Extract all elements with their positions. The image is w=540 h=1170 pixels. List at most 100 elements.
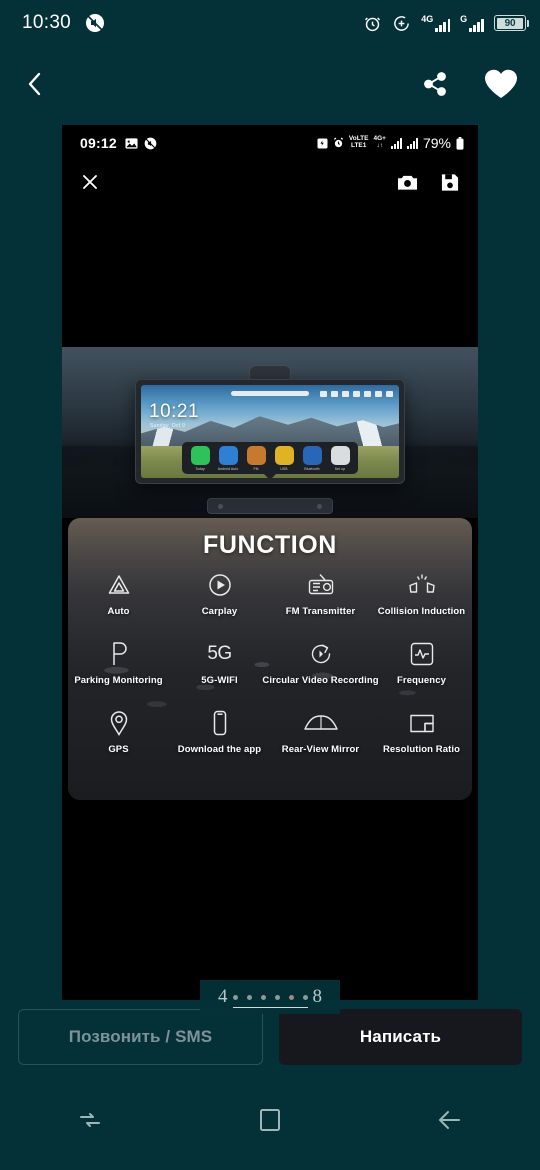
function-item-download-app: Download the app (169, 708, 270, 755)
signal-g-icon: G (460, 13, 484, 32)
share-icon[interactable] (420, 69, 450, 99)
resolution-icon (408, 708, 436, 738)
network-type-label: 4G (421, 13, 434, 24)
function-label: Circular Video Recording (262, 675, 379, 686)
screen-status-pill (231, 391, 309, 396)
dashcam-date: Sunday, Oct 9 (150, 423, 186, 429)
os-status-bar: 10:30 4G G 90 (0, 0, 540, 46)
recents-icon (76, 1106, 104, 1139)
product-photo[interactable]: 09:12 VoLTE LTE1 4G+ ↓↑ 79% 10:21 Sunday… (62, 125, 478, 1022)
dock-app: USB (272, 445, 296, 471)
dock-app-icon (218, 445, 238, 465)
function-item-frequency: Frequency (371, 639, 472, 686)
android-auto-icon (106, 570, 132, 600)
dock-app: Today (188, 445, 212, 471)
radio-icon (307, 570, 335, 600)
recents-button[interactable] (55, 1092, 125, 1152)
function-label: Rear-View Mirror (281, 744, 360, 755)
function-row: GPS Download the app Rear-View Mirror Re… (68, 708, 472, 755)
location-pin-icon (108, 708, 130, 738)
alarm-icon (333, 137, 344, 149)
function-label: Carplay (201, 606, 238, 617)
function-item-parking-monitoring: Parking Monitoring (68, 639, 169, 686)
loop-record-icon (308, 639, 334, 669)
dock-app-label: FM (253, 466, 259, 471)
android-nav-bar (0, 1074, 540, 1170)
5g-icon: 5G (207, 643, 232, 664)
dock-app-icon (190, 445, 210, 465)
listing-content: 09:12 VoLTE LTE1 4G+ ↓↑ 79% 10:21 Sunday… (0, 122, 540, 1022)
call-sms-button[interactable]: Позвонить / SMS (18, 1009, 263, 1065)
function-item-resolution-ratio: Resolution Ratio (371, 708, 472, 755)
product-hero-image: 10:21 Sunday, Oct 9 Today Android Auto F… (62, 347, 478, 518)
function-label: 5G-WIFI (201, 675, 238, 686)
home-button[interactable] (235, 1092, 305, 1152)
mute-notification-icon (85, 13, 105, 33)
battery-saver-icon (317, 137, 328, 149)
mute-icon (144, 137, 157, 150)
rear-view-mirror-icon (303, 708, 339, 738)
home-square-icon (257, 1107, 283, 1138)
function-item-collision-induction: Collision Induction (371, 570, 472, 617)
dock-app-icon (246, 445, 266, 465)
pager-line (232, 1006, 308, 1009)
battery-icon-small (456, 136, 464, 150)
dock-app-icon (330, 445, 350, 465)
function-item-rear-view-mirror: Rear-View Mirror (270, 708, 371, 755)
status-bar-right-icons: 4G G 90 (363, 13, 529, 33)
dock-app-label: Today (195, 466, 205, 471)
inner-status-bar: 09:12 VoLTE LTE1 4G+ ↓↑ 79% (62, 125, 478, 161)
collision-icon (407, 570, 437, 600)
waveform-icon (409, 639, 435, 669)
photo-icon (125, 137, 138, 150)
back-arrow-icon (435, 1106, 465, 1139)
app-top-bar (0, 46, 540, 122)
back-button[interactable] (22, 69, 48, 99)
dock-app-label: Set up (334, 466, 346, 471)
message-button[interactable]: Написать (279, 1009, 522, 1065)
function-grid: Auto Carplay FM Transmitter Collision In… (68, 570, 472, 755)
function-item-auto: Auto (68, 570, 169, 617)
pager-current: 4 (218, 986, 228, 1007)
function-item-fm-transmitter: FM Transmitter (270, 570, 371, 617)
camera-icon[interactable] (397, 173, 418, 192)
inner-battery-percent: 79% (422, 135, 451, 151)
signal-bars-sim1 (390, 137, 402, 149)
battery-icon: 90 (494, 15, 529, 31)
inner-clock: 09:12 (80, 135, 117, 151)
pager-total: 8 (312, 986, 323, 1007)
dock-app: FM (244, 445, 268, 471)
dock-app: Android Auto (216, 445, 240, 471)
network-4gplus-label: 4G+ ↓↑ (373, 135, 386, 149)
dock-app-label: USB (280, 466, 288, 471)
function-label: GPS (108, 744, 129, 755)
function-item-carplay: Carplay (169, 570, 270, 617)
dashcam-clock: 10:21 (149, 401, 200, 422)
function-label: FM Transmitter (285, 606, 356, 617)
add-circle-icon (392, 14, 411, 33)
dashcam-dock: Today Android Auto FM USB Bluetooth Set … (182, 442, 358, 474)
photo-pager: 4 8 (200, 980, 340, 1014)
dock-app-label: Bluetooth (304, 466, 320, 471)
pager-dots[interactable] (232, 994, 308, 1009)
save-floppy-icon[interactable] (440, 173, 460, 192)
function-label: Frequency (397, 675, 446, 686)
alarm-icon (363, 14, 382, 33)
function-panel: FUNCTION Auto Carplay FM Transmitter Col… (68, 518, 472, 800)
dashcam-device: 10:21 Sunday, Oct 9 Today Android Auto F… (135, 379, 405, 484)
dock-app-icon (274, 445, 294, 465)
function-label: Download the app (177, 744, 262, 755)
parking-p-icon (108, 639, 130, 669)
status-bar-left-icons (85, 13, 105, 33)
close-x-icon[interactable] (80, 172, 100, 192)
function-label: Auto (107, 606, 130, 617)
function-label: Parking Monitoring (74, 675, 163, 686)
volte-label: VoLTE LTE1 (348, 135, 369, 149)
back-button[interactable] (415, 1092, 485, 1152)
device-stand (207, 498, 333, 514)
function-panel-title: FUNCTION (203, 531, 337, 559)
signal-bars-sim2 (406, 137, 418, 149)
network-type-label-2: G (460, 13, 468, 24)
favorite-heart-icon[interactable] (484, 68, 518, 100)
dock-app-label: Android Auto (217, 466, 239, 471)
